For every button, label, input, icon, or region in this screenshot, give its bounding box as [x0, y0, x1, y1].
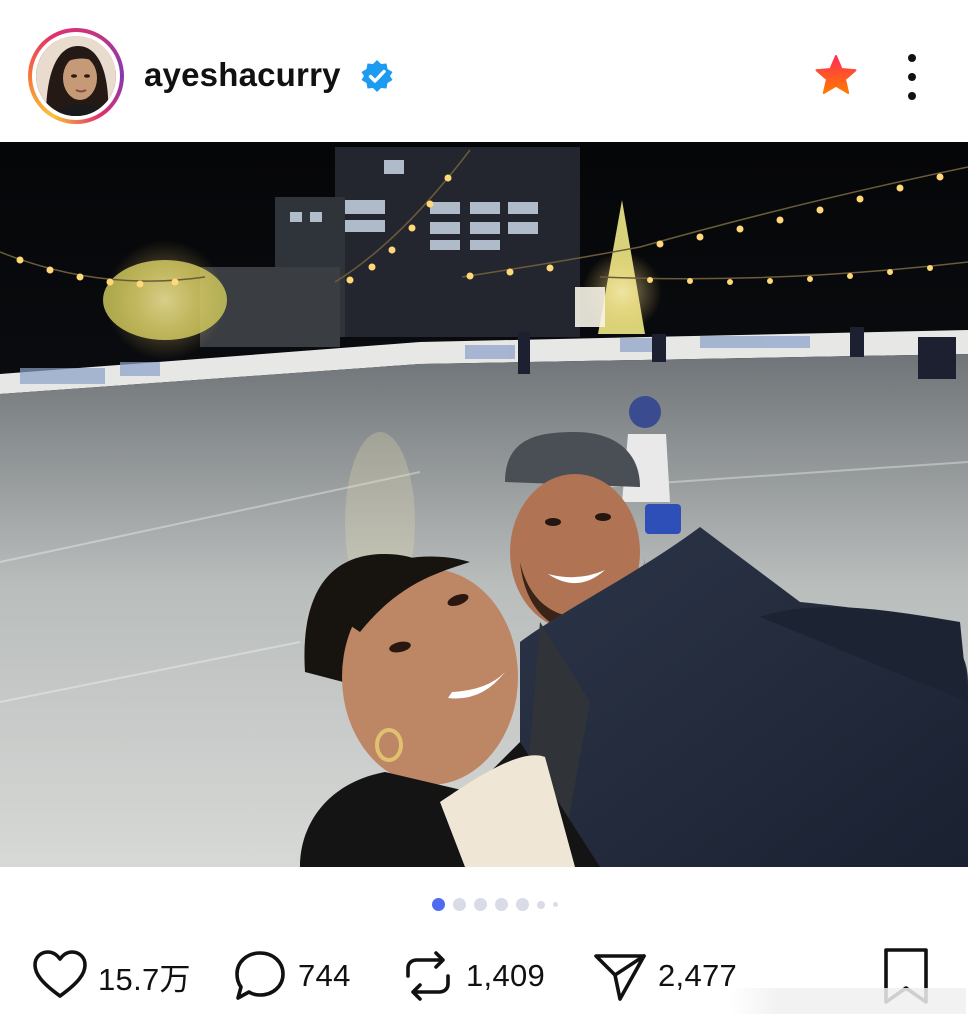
more-dot: [908, 73, 916, 81]
post-image[interactable]: [0, 142, 968, 867]
carousel-indicator: [432, 898, 558, 911]
repost-icon: [406, 951, 450, 1001]
carousel-dot: [516, 898, 529, 911]
carousel-dot: [453, 898, 466, 911]
comment-button[interactable]: 744: [230, 940, 351, 1012]
send-icon: [594, 954, 646, 1001]
verified-badge-icon: [361, 60, 393, 92]
share-count: 2,477: [658, 958, 738, 993]
carousel-dot: [474, 898, 487, 911]
like-button[interactable]: 15.7万: [30, 940, 191, 1012]
share-button[interactable]: 2,477: [590, 940, 737, 1012]
comment-bubble-icon: [235, 951, 285, 1000]
selfie-at-outdoor-ice-rink-at-night: [0, 142, 968, 867]
more-dot: [908, 92, 916, 100]
carousel-dot: [553, 902, 558, 907]
post-header: ayeshacurry: [0, 0, 968, 142]
repost-count: 1,409: [466, 958, 546, 993]
watermark-overlay: [730, 988, 966, 1014]
carousel-dot: [495, 898, 508, 911]
avatar-border: [32, 32, 120, 120]
heart-icon: [33, 950, 87, 998]
avatar[interactable]: [36, 36, 116, 116]
comment-count: 744: [298, 958, 351, 993]
carousel-dot: [537, 900, 545, 909]
more-dot: [908, 54, 916, 62]
like-count: 15.7万: [98, 961, 191, 997]
star-icon[interactable]: [812, 52, 860, 100]
repost-button[interactable]: 1,409: [398, 940, 545, 1012]
story-ring[interactable]: [28, 28, 124, 124]
avatar-photo: [36, 36, 116, 116]
username[interactable]: ayeshacurry: [144, 56, 341, 94]
more-vertical-icon[interactable]: [896, 54, 928, 100]
carousel-dot-active: [432, 898, 445, 911]
